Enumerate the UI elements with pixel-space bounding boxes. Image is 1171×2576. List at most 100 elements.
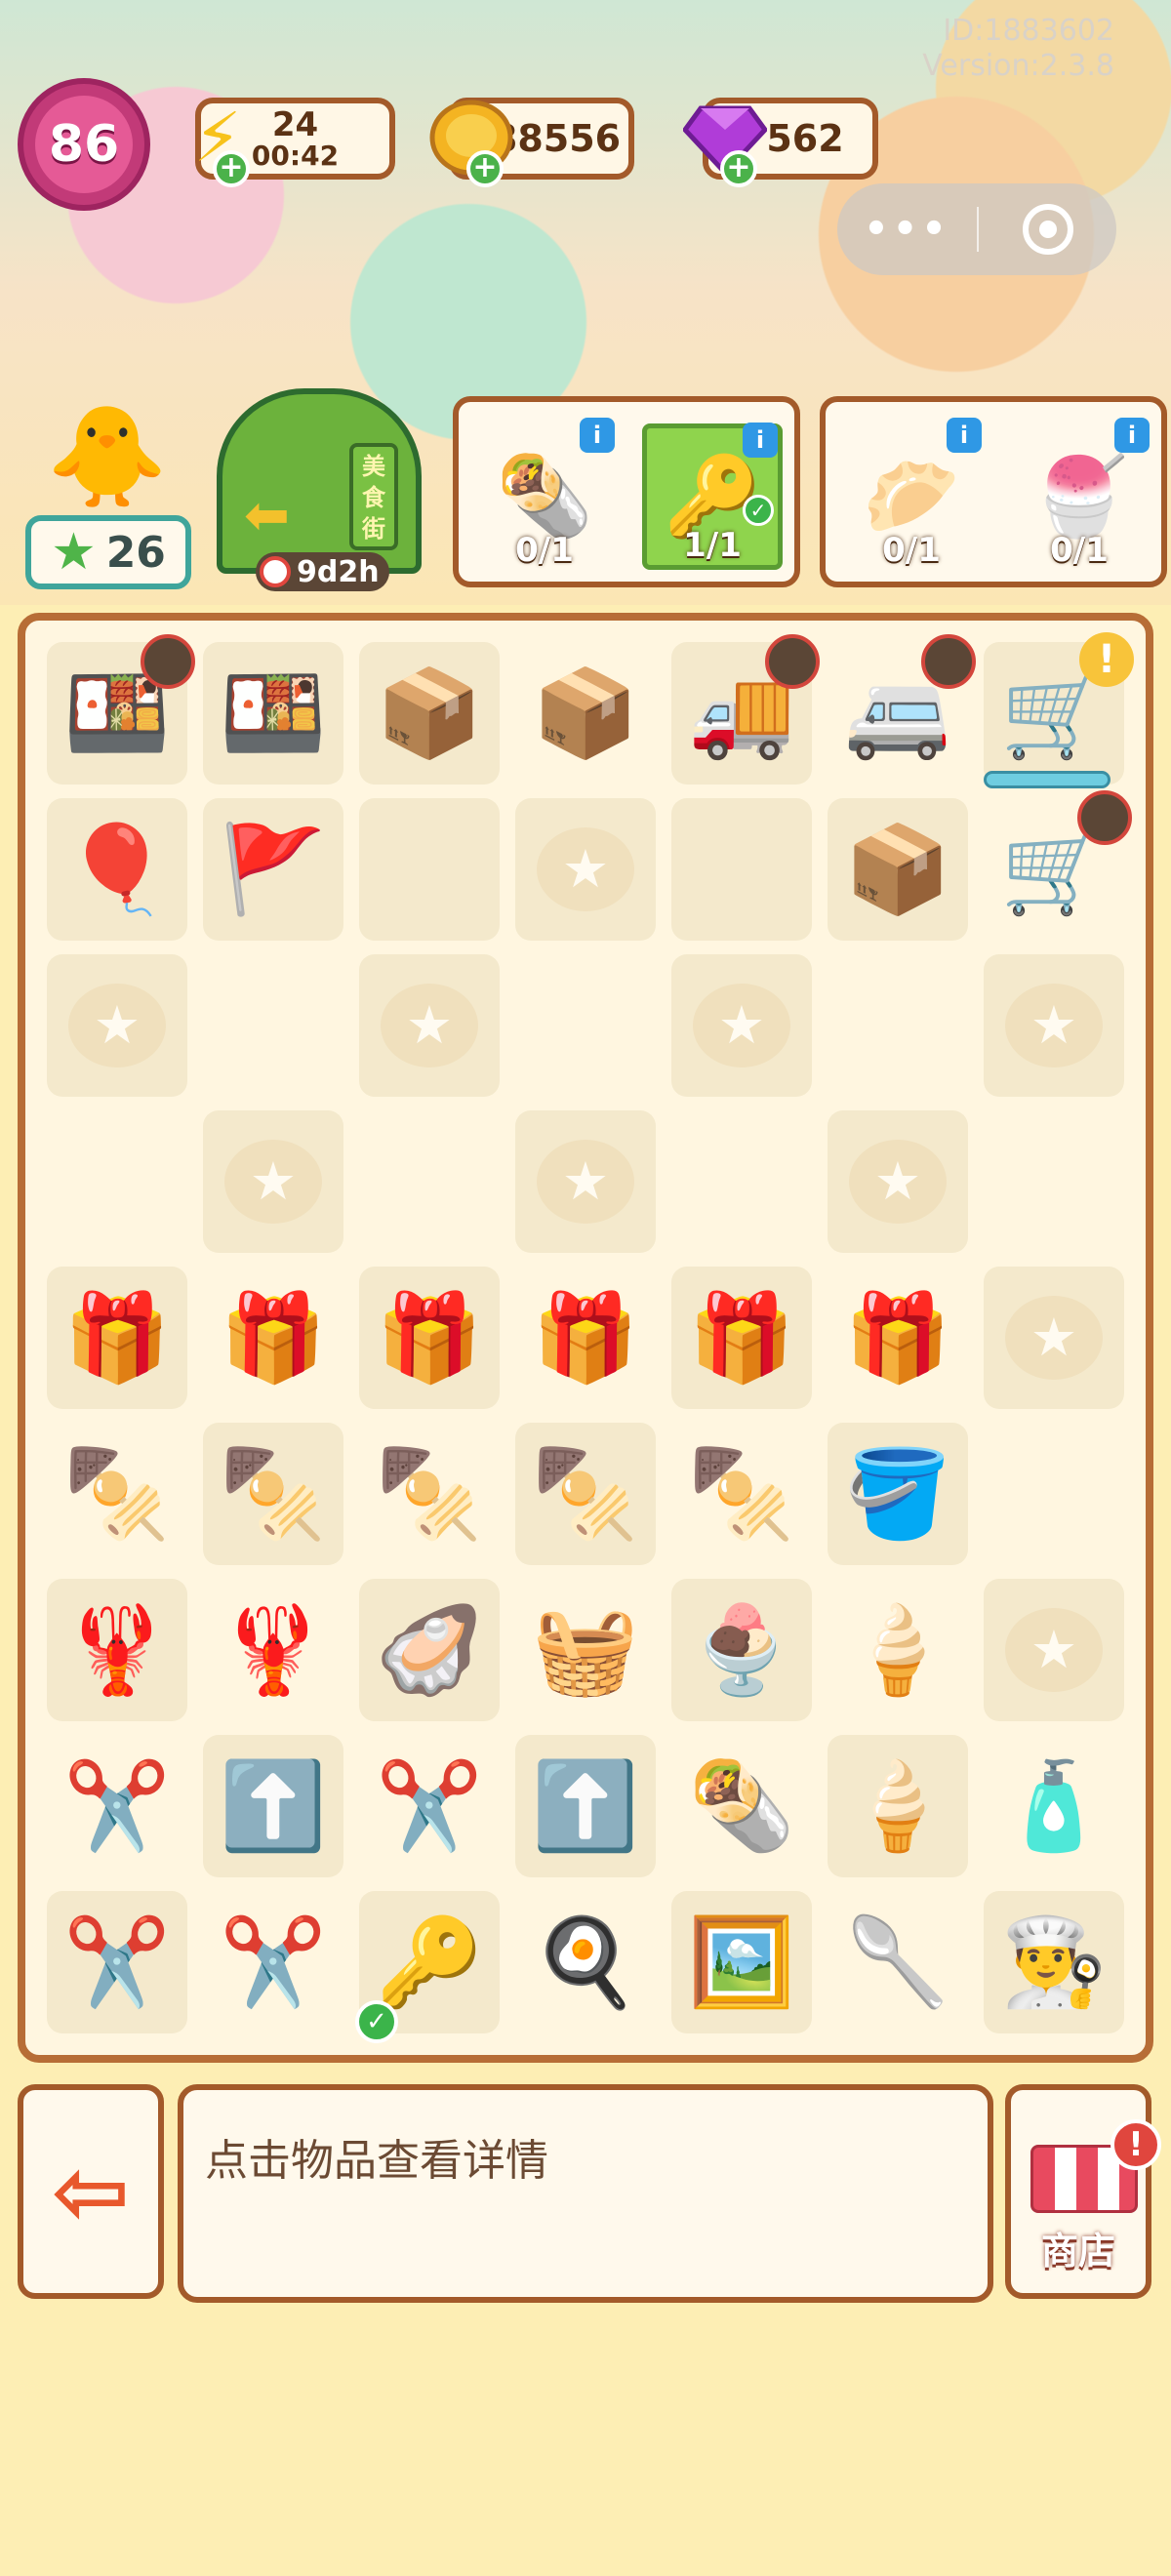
duck-chef-icon[interactable]: 🐥 <box>39 388 176 525</box>
board-item[interactable]: 🎁 <box>828 1267 968 1409</box>
locked-cell[interactable] <box>47 954 187 1097</box>
locked-cell[interactable] <box>984 1579 1124 1721</box>
shop-button[interactable]: 商店 ! <box>1005 2084 1161 2299</box>
add-energy-button[interactable]: + <box>213 150 250 187</box>
board-item[interactable]: 🛒! <box>984 632 1134 788</box>
board-item[interactable]: 🪣 <box>828 1423 968 1565</box>
board-item[interactable]: 🛒 <box>984 790 1132 941</box>
locked-cell[interactable] <box>359 954 500 1097</box>
board-item[interactable]: 🍢 <box>359 1423 500 1565</box>
board-item[interactable]: 🎁 <box>47 1267 187 1409</box>
info-icon[interactable]: i <box>743 423 778 458</box>
close-miniprogram-button[interactable] <box>979 204 1116 255</box>
empty-cell[interactable] <box>671 1110 812 1253</box>
coin-counter[interactable]: + 88556 <box>429 98 634 187</box>
player-level-badge[interactable]: 86 <box>18 78 150 211</box>
board-item[interactable]: 🍢 <box>203 1423 343 1565</box>
board-item[interactable]: 🍢 <box>671 1423 812 1565</box>
version-text: Version:2.3.8 <box>922 49 1114 83</box>
board-item[interactable]: 🚚 <box>671 634 820 785</box>
board-item[interactable]: 🧺 <box>515 1579 656 1721</box>
board-item[interactable]: ✂️ <box>47 1891 187 2033</box>
board-item[interactable]: 📦 <box>828 798 968 941</box>
empty-cell[interactable] <box>203 954 343 1097</box>
order-card[interactable]: 🌯 i 0/1 🔑 i ✓ 1/1 <box>453 396 800 587</box>
empty-cell[interactable] <box>828 954 968 1097</box>
star-icon: ★ <box>51 523 97 582</box>
food-street-gate[interactable]: ⬅ 美食街 <box>217 388 422 574</box>
empty-cell[interactable] <box>984 1110 1124 1253</box>
board-item[interactable]: 🎁 <box>359 1267 500 1409</box>
food-street-sign: 美食街 <box>349 443 398 550</box>
locked-cell[interactable] <box>203 1110 343 1253</box>
board-item[interactable]: 🔑 ✓ <box>355 1891 500 2043</box>
order-item[interactable]: 🍧 i 0/1 <box>1009 418 1150 570</box>
board-item[interactable]: 🌯 <box>671 1735 812 1877</box>
board-item[interactable]: 📦 <box>515 642 656 785</box>
board-item[interactable]: ⬆️ <box>203 1735 343 1877</box>
info-icon[interactable]: i <box>1114 418 1150 453</box>
board-item[interactable]: 🎁 <box>671 1267 812 1409</box>
board-item[interactable]: 🖼️ <box>671 1891 812 2033</box>
empty-cell[interactable] <box>984 1423 1124 1565</box>
board-item[interactable]: 🍳 <box>515 1891 656 2033</box>
info-icon[interactable]: i <box>947 418 982 453</box>
event-timer-value: 9d2h <box>297 554 380 589</box>
empty-cell[interactable] <box>515 954 656 1097</box>
order-item[interactable]: 🥟 i 0/1 <box>841 418 982 570</box>
board-item[interactable]: 🦞 <box>203 1579 343 1721</box>
board-item[interactable]: 🥄 <box>828 1891 968 2033</box>
board-item[interactable]: 🦪 <box>359 1579 500 1721</box>
board-item[interactable]: 🧴 <box>984 1735 1124 1877</box>
cooldown-clock-icon <box>921 634 976 689</box>
board-item[interactable]: 🎈 <box>47 798 187 941</box>
shop-label: 商店 <box>1040 2230 1115 2273</box>
board-item[interactable]: 🚐 <box>828 634 976 785</box>
check-icon: ✓ <box>355 2000 398 2043</box>
board-item[interactable]: ✂️ <box>47 1735 187 1877</box>
locked-cell[interactable] <box>671 954 812 1097</box>
board-item[interactable]: 🍱 <box>47 634 195 785</box>
order-item[interactable]: 🌯 i 0/1 <box>474 418 615 570</box>
item-icon: 🍢 <box>376 1443 483 1544</box>
board-item[interactable]: 🍢 <box>47 1423 187 1565</box>
item-icon: ✂️ <box>220 1912 327 2012</box>
star-counter[interactable]: ★ 26 <box>25 515 191 589</box>
board-item[interactable]: 🍨 <box>671 1579 812 1721</box>
locked-cell[interactable] <box>984 1267 1124 1409</box>
locked-cell[interactable] <box>984 954 1124 1097</box>
energy-counter[interactable]: ⚡ + 24 00:42 <box>193 98 395 187</box>
add-coins-button[interactable]: + <box>466 150 504 187</box>
board-item[interactable]: 🎁 <box>515 1267 656 1409</box>
order-card[interactable]: 🥟 i 0/1 🍧 i 0/1 <box>820 396 1167 587</box>
board-item[interactable]: ⬆️ <box>515 1735 656 1877</box>
board-item[interactable]: 🚩 <box>203 798 343 941</box>
exit-button[interactable]: ⇦ <box>18 2084 164 2299</box>
board-item[interactable]: 🍢 <box>515 1423 656 1565</box>
board-item[interactable]: 🍦 <box>828 1579 968 1721</box>
locked-cell[interactable] <box>515 1110 656 1253</box>
item-icon: ✂️ <box>63 1755 171 1856</box>
empty-cell[interactable] <box>671 798 812 941</box>
empty-cell[interactable] <box>359 798 500 941</box>
info-icon[interactable]: i <box>580 418 615 453</box>
board-item[interactable]: 🍱 <box>203 642 343 785</box>
empty-cell[interactable] <box>359 1110 500 1253</box>
item-icon: 🍢 <box>688 1443 795 1544</box>
item-icon: 📦 <box>376 663 483 763</box>
board-item[interactable]: ✂️ <box>203 1891 343 2033</box>
board-item[interactable]: 📦 <box>359 642 500 785</box>
gem-counter[interactable]: + 562 <box>683 98 878 187</box>
more-options-button[interactable]: ••• <box>837 207 977 252</box>
board-item[interactable]: ✂️ <box>359 1735 500 1877</box>
board-item[interactable]: 🎁 <box>203 1267 343 1409</box>
board-item[interactable]: 🍦 <box>828 1735 968 1877</box>
shaved-ice-icon: 🍧 <box>1030 451 1128 542</box>
board-item[interactable]: 🦞 <box>47 1579 187 1721</box>
board-item[interactable]: 👨‍🍳 <box>984 1891 1124 2033</box>
add-gems-button[interactable]: + <box>720 150 757 187</box>
locked-cell[interactable] <box>828 1110 968 1253</box>
order-item-ready[interactable]: 🔑 i ✓ 1/1 <box>642 423 783 570</box>
locked-cell[interactable] <box>515 798 656 941</box>
empty-cell[interactable] <box>47 1110 187 1253</box>
